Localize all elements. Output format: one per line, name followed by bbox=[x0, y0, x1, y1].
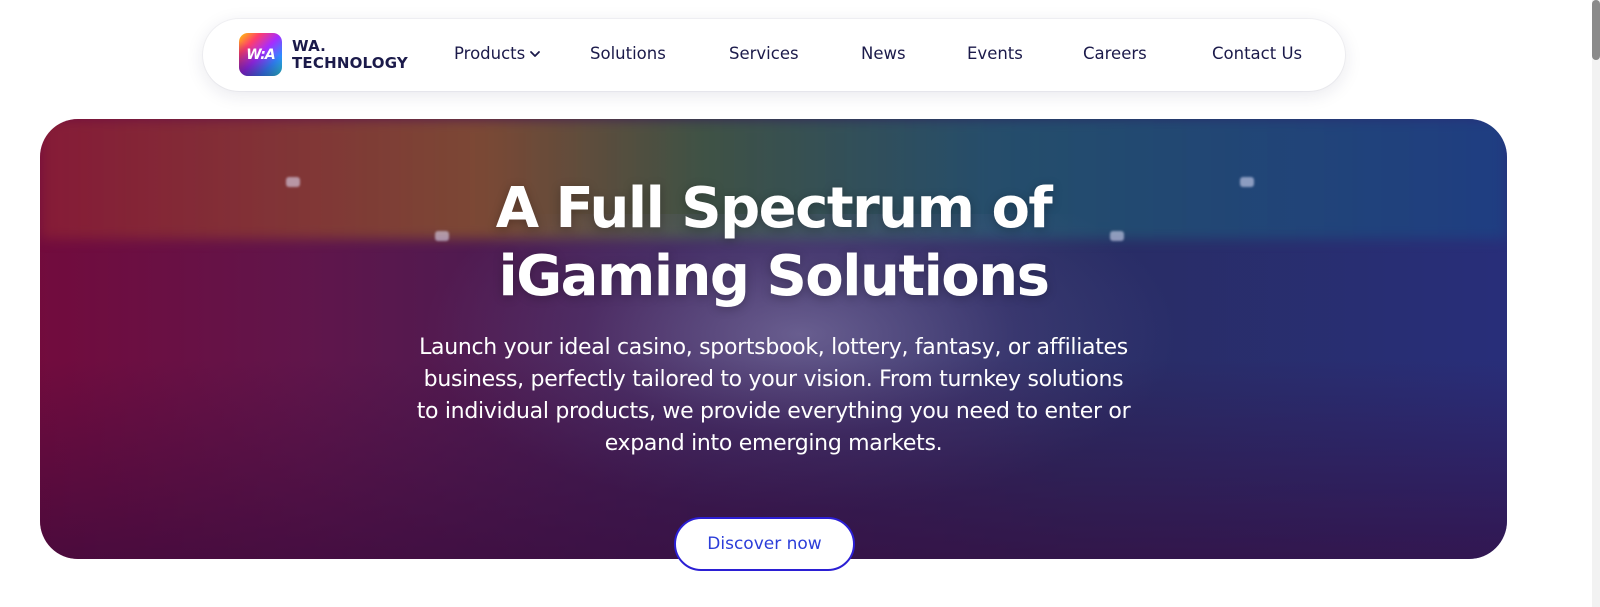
hero-title-line1: A Full Spectrum of bbox=[495, 176, 1053, 241]
nav-item-events-label: Events bbox=[967, 44, 1023, 63]
main-navbar: W:A WA. TECHNOLOGY Products Solutions Se… bbox=[203, 19, 1345, 91]
nav-menu: Products Solutions Services News Events … bbox=[203, 19, 1345, 91]
nav-item-news-label: News bbox=[861, 44, 906, 63]
nav-item-contact-us-label: Contact Us bbox=[1212, 44, 1303, 63]
logo-glyph: W:A bbox=[246, 46, 275, 63]
scrollbar-thumb[interactable] bbox=[1592, 0, 1600, 60]
chevron-down-icon bbox=[530, 50, 541, 57]
page-scrollbar[interactable] bbox=[1592, 0, 1600, 607]
nav-item-solutions[interactable]: Solutions bbox=[590, 44, 666, 63]
nav-item-careers[interactable]: Careers bbox=[1083, 44, 1147, 63]
nav-item-careers-label: Careers bbox=[1083, 44, 1147, 63]
nav-item-contact-us[interactable]: Contact Us bbox=[1212, 44, 1302, 63]
nav-item-products-label: Products bbox=[454, 44, 526, 63]
nav-item-products[interactable]: Products bbox=[454, 44, 541, 63]
nav-item-news[interactable]: News bbox=[861, 44, 906, 63]
nav-item-services[interactable]: Services bbox=[729, 44, 799, 63]
hero-title-line2: iGaming Solutions bbox=[498, 244, 1050, 309]
nav-item-events[interactable]: Events bbox=[967, 44, 1023, 63]
hero-banner: A Full Spectrum of iGaming Solutions Lau… bbox=[40, 119, 1507, 559]
nav-item-solutions-label: Solutions bbox=[590, 44, 666, 63]
nav-item-services-label: Services bbox=[729, 44, 799, 63]
discover-now-button[interactable]: Discover now bbox=[674, 517, 855, 571]
hero-subtitle: Launch your ideal casino, sportsbook, lo… bbox=[416, 335, 1131, 456]
hero-title: A Full Spectrum of iGaming Solutions bbox=[40, 175, 1507, 311]
